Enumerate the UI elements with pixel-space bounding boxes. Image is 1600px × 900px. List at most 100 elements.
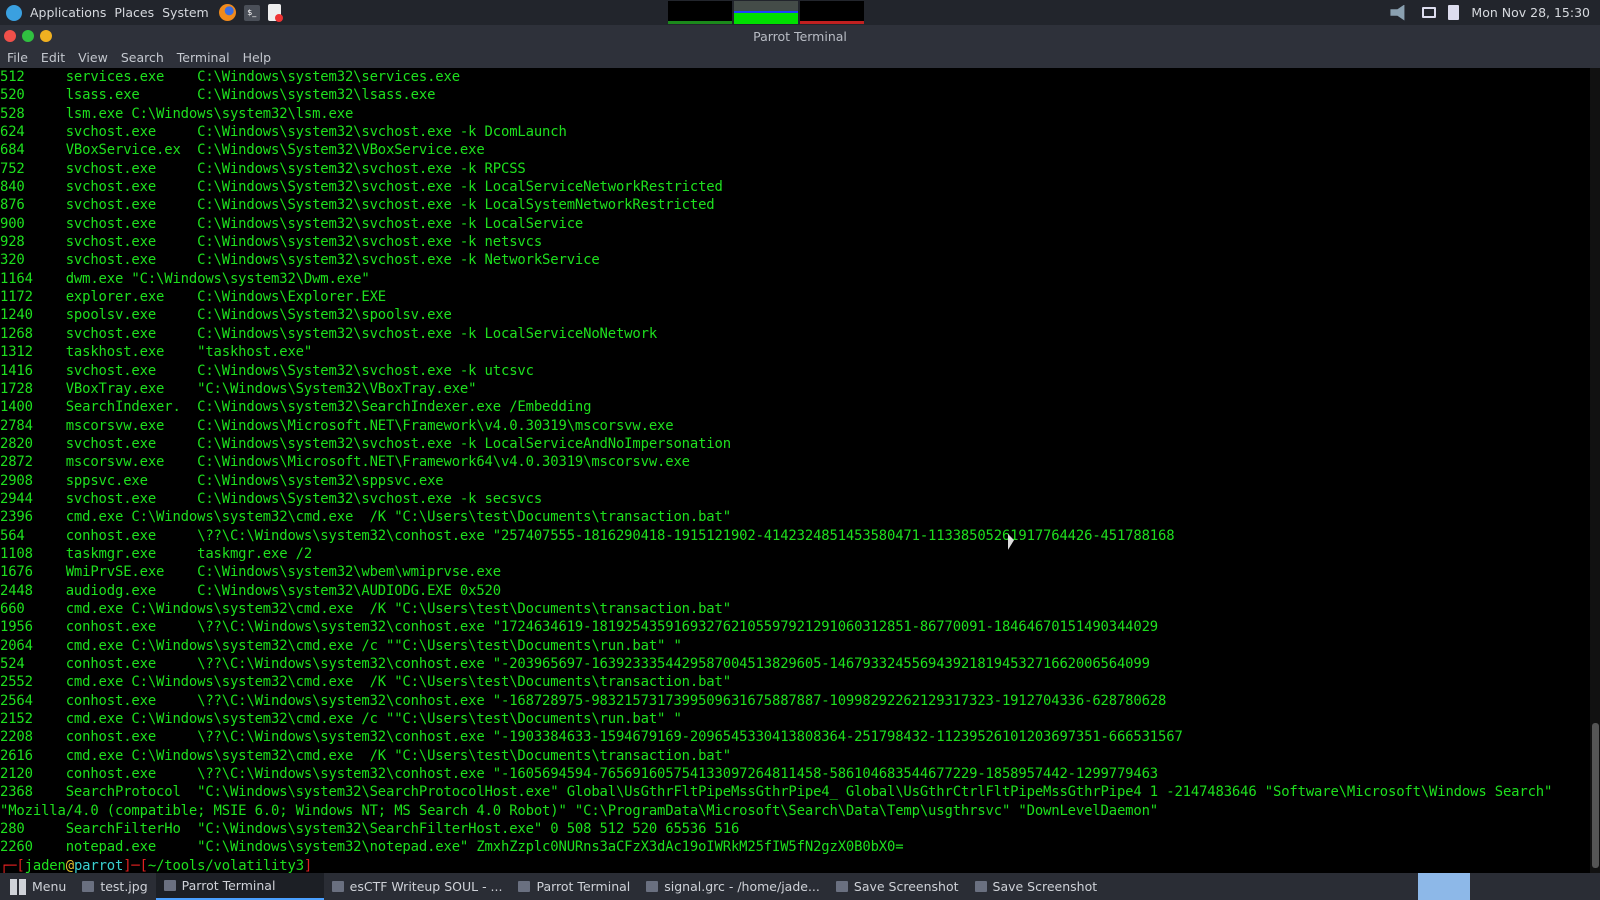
pid: 2396: [0, 509, 33, 526]
process-name: svchost.exe: [65, 160, 157, 177]
firefox-icon[interactable]: [218, 4, 236, 21]
menu-file[interactable]: File: [7, 50, 28, 65]
start-menu-button[interactable]: Menu: [2, 873, 74, 900]
taskbar-item[interactable]: Save Screenshot: [967, 873, 1106, 900]
process-row: 2564 conhost.exe \??\C:\Windows\system32…: [0, 692, 1590, 710]
process-name: VBoxService.ex: [65, 142, 181, 159]
text-editor-icon[interactable]: [267, 4, 283, 22]
process-row: 2448 audiodg.exe C:\Windows\system32\AUD…: [0, 582, 1590, 600]
process-name: conhost.exe: [65, 766, 157, 783]
pid: 2448: [0, 582, 33, 599]
process-name: spoolsv.exe: [65, 307, 157, 324]
args: C:\Windows\system32\cmd.exe /K "C:\Users…: [131, 600, 731, 617]
process-row: 524 conhost.exe \??\C:\Windows\system32\…: [0, 655, 1590, 673]
pid: 2564: [0, 692, 33, 709]
screenshot-icon: [974, 881, 987, 892]
terminal-launcher-icon[interactable]: $_: [243, 4, 260, 21]
args: \??\C:\Windows\system32\conhost.exe "172…: [197, 619, 1159, 636]
process-name: svchost.exe: [65, 490, 157, 507]
parrot-logo-icon[interactable]: [6, 4, 22, 21]
pid: 1312: [0, 344, 33, 361]
pid: 280: [0, 821, 25, 838]
args: "C:\Windows\system32\notepad.exe" ZmxhZz…: [197, 839, 904, 856]
volume-icon[interactable]: [1390, 4, 1405, 21]
process-name: taskhost.exe: [65, 344, 165, 361]
gnuradio-icon: [646, 881, 659, 892]
menu-help[interactable]: Help: [243, 50, 272, 65]
prompt-sep: ]─[: [123, 857, 148, 873]
menu-terminal[interactable]: Terminal: [177, 50, 230, 65]
taskbar-item[interactable]: Parrot Terminal: [510, 873, 638, 900]
process-name: services.exe: [65, 69, 165, 85]
process-row: 876 svchost.exe C:\Windows\System32\svch…: [0, 196, 1590, 214]
args: "taskhost.exe": [197, 344, 313, 361]
args: C:\Windows\System32\VBoxService.exe: [197, 142, 485, 159]
taskbar-item[interactable]: signal.grc - /home/jade...: [638, 873, 828, 900]
terminal-icon: [163, 880, 176, 891]
pid: 2368: [0, 784, 33, 801]
scrollbar-thumb[interactable]: [1592, 723, 1599, 868]
args: "C:\Windows\system32\SearchProtocolHost.…: [197, 784, 1553, 801]
prompt-path: ~/tools/volatility3: [147, 857, 304, 873]
pid: 2064: [0, 637, 33, 654]
applications-menu[interactable]: Applications: [30, 5, 106, 20]
process-name: cmd.exe: [65, 600, 124, 617]
process-row: 1108 taskmgr.exe taskmgr.exe /2: [0, 545, 1590, 563]
clock[interactable]: Mon Nov 28, 15:30: [1471, 5, 1590, 20]
process-row: 1164 dwm.exe "C:\Windows\system32\Dwm.ex…: [0, 270, 1590, 288]
args: C:\Windows\system32\AUDIODG.EXE 0x520: [197, 582, 501, 599]
workspace-switcher[interactable]: [1418, 873, 1470, 900]
process-row: 2552 cmd.exe C:\Windows\system32\cmd.exe…: [0, 673, 1590, 691]
process-row: 2260 notepad.exe "C:\Windows\system32\no…: [0, 838, 1590, 856]
args: C:\Windows\System32\svchost.exe -k Local…: [197, 197, 715, 214]
taskbar-item[interactable]: test.jpg: [74, 873, 155, 900]
menu-edit[interactable]: Edit: [41, 50, 65, 65]
process-name: SearchProtocol: [65, 784, 181, 801]
process-row: 840 svchost.exe C:\Windows\System32\svch…: [0, 178, 1590, 196]
memory-graph: [734, 1, 798, 24]
args: C:\Windows\Microsoft.NET\Framework64\v4.…: [197, 454, 690, 471]
places-menu[interactable]: Places: [114, 5, 154, 20]
menu-search[interactable]: Search: [121, 50, 164, 65]
args: taskmgr.exe /2: [197, 545, 313, 562]
process-name: conhost.exe: [65, 692, 157, 709]
shell-prompt: ┌─[jaden@parrot]─[~/tools/volatility3]: [0, 857, 1590, 873]
taskbar-item-label: signal.grc - /home/jade...: [664, 879, 820, 894]
process-row: 1416 svchost.exe C:\Windows\System32\svc…: [0, 362, 1590, 380]
prompt-host: parrot: [73, 857, 124, 873]
taskbar-item[interactable]: Parrot Terminal: [155, 873, 324, 900]
args: C:\Windows\system32\svchost.exe -k netsv…: [197, 234, 543, 251]
pid: 2908: [0, 472, 33, 489]
process-name: SearchIndexer.: [65, 399, 181, 416]
taskbar-item[interactable]: esCTF Writeup SOUL - ...: [324, 873, 511, 900]
process-row: 928 svchost.exe C:\Windows\system32\svch…: [0, 233, 1590, 251]
window-titlebar[interactable]: Parrot Terminal: [0, 25, 1600, 47]
pid: 1728: [0, 380, 33, 397]
args: C:\Windows\system32\svchost.exe -k DcomL…: [197, 124, 567, 141]
args: C:\Windows\Microsoft.NET\Framework\v4.0.…: [197, 417, 674, 434]
pid: 1400: [0, 399, 33, 416]
network-graph: [800, 1, 864, 24]
args: C:\Windows\system32\cmd.exe /K "C:\Users…: [131, 674, 731, 691]
menu-view[interactable]: View: [78, 50, 108, 65]
process-name: cmd.exe: [65, 747, 124, 764]
args: "C:\Windows\System32\VBoxTray.exe": [197, 380, 477, 397]
terminal-output[interactable]: 512 services.exe C:\Windows\system32\ser…: [0, 68, 1590, 873]
args: C:\Windows\system32\cmd.exe /K "C:\Users…: [131, 747, 731, 764]
process-name: SearchFilterHo: [65, 821, 181, 838]
taskbar-item[interactable]: Save Screenshot: [828, 873, 967, 900]
args: C:\Windows\Explorer.EXE: [197, 289, 387, 306]
args: C:\Windows\system32\lsm.exe: [131, 105, 354, 122]
pid: 1240: [0, 307, 33, 324]
terminal-scrollbar[interactable]: [1590, 68, 1600, 873]
system-menu[interactable]: System: [162, 5, 209, 20]
process-name: dwm.exe: [65, 270, 124, 287]
screenshot-icon: [835, 881, 848, 892]
display-icon[interactable]: [1422, 7, 1437, 18]
args: C:\Windows\System32\svchost.exe -k utcsv…: [197, 362, 534, 379]
process-row: 2872 mscorsvw.exe C:\Windows\Microsoft.N…: [0, 453, 1590, 471]
power-icon[interactable]: [1448, 5, 1460, 20]
pid: 2152: [0, 711, 33, 728]
process-name: cmd.exe: [65, 711, 124, 728]
args: "C:\Windows\system32\Dwm.exe": [131, 270, 370, 287]
